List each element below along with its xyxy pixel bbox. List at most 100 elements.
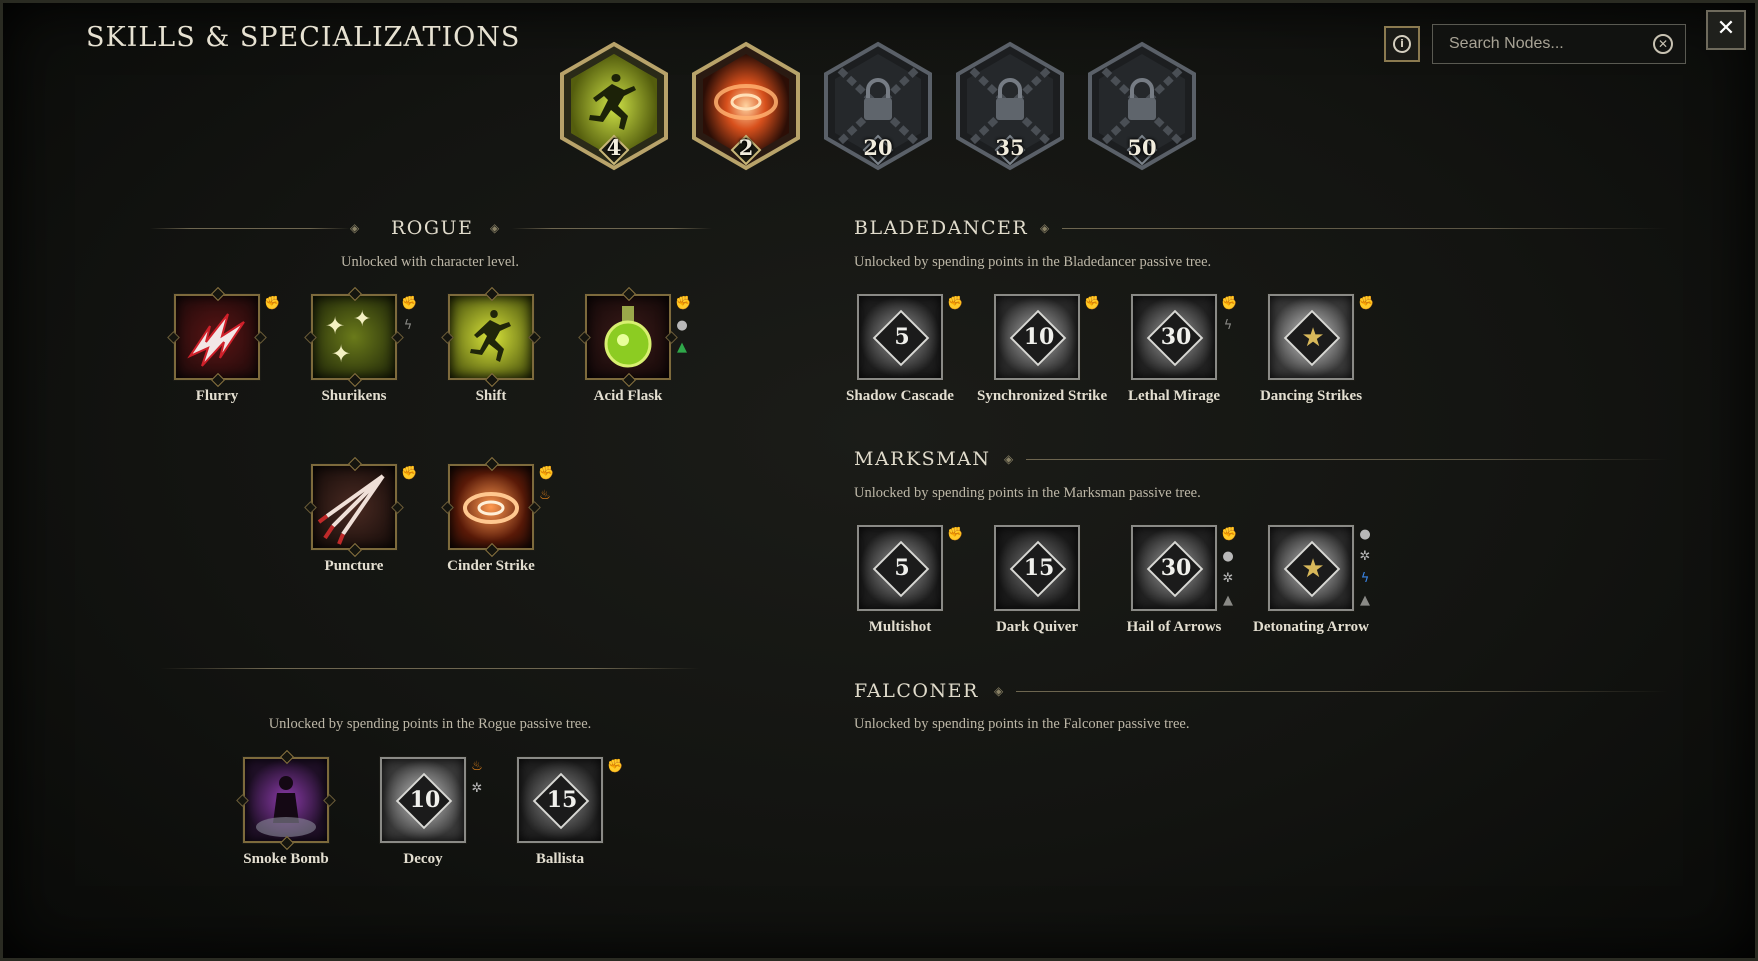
acid-flask-icon bbox=[578, 286, 678, 388]
skill-multishot[interactable]: 5 ✊ Multishot bbox=[840, 525, 964, 636]
spec-unlock-level: 20 bbox=[863, 135, 893, 160]
puncture-icon bbox=[304, 456, 404, 558]
cold-tag-icon: ● bbox=[1222, 549, 1234, 564]
ornament-icon: ◈ bbox=[490, 221, 500, 235]
skill-label: Detonating Arrow bbox=[1253, 619, 1369, 635]
spec-level: 2 bbox=[738, 135, 754, 160]
multishot-icon: 5 bbox=[857, 525, 943, 611]
skill-label: Puncture bbox=[324, 558, 384, 574]
page-title: SKILLS & SPECIALIZATIONS bbox=[86, 22, 521, 53]
physical-tag-icon: ✊ bbox=[1358, 296, 1375, 311]
physical-tag-icon: ✊ bbox=[401, 296, 418, 311]
shadow-cascade-icon: 5 bbox=[857, 294, 943, 380]
search-input[interactable] bbox=[1433, 25, 1643, 63]
unlock-level: 10 bbox=[409, 787, 441, 813]
skill-label: Smoke Bomb bbox=[243, 851, 329, 867]
ballista-icon: 15 bbox=[517, 757, 603, 843]
falconer-subtitle: Unlocked by spending points in the Falco… bbox=[854, 716, 1190, 732]
section-title-rogue: ROGUE bbox=[391, 217, 474, 239]
info-button[interactable]: i bbox=[1384, 26, 1420, 62]
shift-icon bbox=[441, 286, 541, 388]
physical-tag-icon: ✊ bbox=[1084, 296, 1101, 311]
spec-slot-2[interactable]: 2 bbox=[688, 40, 804, 172]
skill-label: Decoy bbox=[403, 851, 443, 867]
skill-ballista[interactable]: 15 ✊ Ballista bbox=[500, 757, 624, 868]
spec-slot-3-locked[interactable]: 20 bbox=[820, 40, 936, 172]
skill-flurry[interactable]: ✊ Flurry bbox=[157, 286, 280, 405]
skill-shadow-cascade[interactable]: 5 ✊ Shadow Cascade bbox=[840, 294, 964, 405]
svg-text:✦: ✦ bbox=[353, 307, 371, 332]
ornament-icon: ◈ bbox=[350, 221, 360, 235]
spec-level: 4 bbox=[606, 135, 622, 160]
unlock-level: 5 bbox=[894, 555, 910, 581]
divider bbox=[512, 228, 712, 229]
skill-shift[interactable]: Shift bbox=[431, 286, 551, 405]
detonating-arrow-icon: ★ bbox=[1268, 525, 1354, 611]
skill-decoy[interactable]: 10 ♨ ✲ Decoy bbox=[363, 757, 483, 868]
close-button[interactable]: ✕ bbox=[1706, 10, 1746, 50]
ornament-icon: ◈ bbox=[994, 684, 1004, 698]
physical-tag-icon: ✊ bbox=[947, 296, 964, 311]
skill-label: Dark Quiver bbox=[995, 619, 1079, 635]
ornament-icon: ◈ bbox=[1040, 221, 1050, 235]
skill-label: Acid Flask bbox=[593, 388, 663, 404]
skill-puncture[interactable]: ✊ Puncture bbox=[294, 456, 418, 575]
skill-shurikens[interactable]: ✦ ✦ ✦ ✊ ϟ Shurikens bbox=[294, 286, 418, 405]
unlock-level: 5 bbox=[894, 324, 910, 350]
skill-label: Lethal Mirage bbox=[1127, 388, 1221, 404]
spec-unlock-level: 50 bbox=[1127, 135, 1157, 160]
divider bbox=[1016, 691, 1668, 692]
skill-synchronized-strike[interactable]: 10 ✊ Synchronized Strike bbox=[977, 294, 1108, 405]
hail-of-arrows-icon: 30 bbox=[1131, 525, 1217, 611]
skill-smoke-bomb[interactable]: Smoke Bomb bbox=[226, 749, 346, 868]
skill-cinder-strike[interactable]: ✊ ♨ Cinder Strike bbox=[431, 456, 554, 575]
skill-detonating-arrow[interactable]: ★ ● ✲ ϟ ▲ Detonating Arrow bbox=[1251, 525, 1371, 636]
lightning-gray-tag-icon: ϟ bbox=[403, 318, 413, 333]
divider bbox=[1062, 228, 1668, 229]
physical-tag-icon: ✊ bbox=[1221, 527, 1238, 542]
physical-tag-icon: ✊ bbox=[607, 759, 624, 774]
spec-slot-1[interactable]: 4 bbox=[556, 40, 672, 172]
info-icon: i bbox=[1393, 35, 1411, 53]
cold-tag-icon: ● bbox=[676, 318, 688, 333]
physical-tag-icon: ✊ bbox=[947, 527, 964, 542]
star-icon: ★ bbox=[1301, 554, 1325, 584]
smoke-bomb-icon bbox=[236, 749, 336, 851]
ornament-icon: ◈ bbox=[1004, 452, 1014, 466]
divider bbox=[150, 228, 350, 229]
rogue-passive-subtitle: Unlocked by spending points in the Rogue… bbox=[268, 716, 592, 732]
divider bbox=[1026, 459, 1668, 460]
skill-dark-quiver[interactable]: 15 Dark Quiver bbox=[977, 525, 1097, 636]
skill-label: Ballista bbox=[535, 851, 585, 867]
bladedancer-subtitle: Unlocked by spending points in the Blade… bbox=[854, 254, 1212, 270]
clear-search-icon[interactable]: ✕ bbox=[1653, 34, 1673, 54]
skill-label: Flurry bbox=[195, 388, 239, 404]
decoy-icon: 10 bbox=[380, 757, 466, 843]
spec-slot-5-locked[interactable]: 50 bbox=[1084, 40, 1200, 172]
skill-acid-flask[interactable]: ✊ ● ▲ Acid Flask bbox=[568, 286, 691, 405]
svg-text:✦: ✦ bbox=[325, 312, 345, 340]
unlock-level: 30 bbox=[1160, 555, 1192, 581]
skill-label: Multishot bbox=[868, 619, 932, 635]
spec-slot-4-locked[interactable]: 35 bbox=[952, 40, 1068, 172]
skill-label: Shift bbox=[475, 388, 507, 404]
skill-dancing-strikes[interactable]: ★ ✊ Dancing Strikes bbox=[1251, 294, 1375, 405]
skill-label: Shurikens bbox=[321, 388, 387, 404]
dark-quiver-icon: 15 bbox=[994, 525, 1080, 611]
skill-hail-of-arrows[interactable]: 30 ✊ ● ✲ ▲ Hail of Arrows bbox=[1114, 525, 1238, 636]
search-box[interactable]: ✕ bbox=[1432, 24, 1686, 64]
skill-label: Cinder Strike bbox=[447, 558, 535, 574]
shurikens-icon: ✦ ✦ ✦ bbox=[304, 286, 404, 388]
physical-tag-icon: ✊ bbox=[401, 466, 418, 481]
skill-label: Synchronized Strike bbox=[977, 388, 1108, 404]
divider bbox=[160, 668, 700, 669]
lightning-tag-icon: ϟ bbox=[1360, 571, 1370, 586]
fire-tag-icon: ♨ bbox=[471, 759, 483, 774]
unlock-level: 30 bbox=[1160, 324, 1192, 350]
skill-lethal-mirage[interactable]: 30 ✊ ϟ Lethal Mirage bbox=[1114, 294, 1237, 405]
frost-tag-icon: ✲ bbox=[1222, 571, 1234, 586]
frost-tag-icon: ✲ bbox=[1359, 549, 1371, 564]
lethal-mirage-icon: 30 bbox=[1131, 294, 1217, 380]
synchronized-strike-icon: 10 bbox=[994, 294, 1080, 380]
spec-unlock-level: 35 bbox=[995, 135, 1025, 160]
